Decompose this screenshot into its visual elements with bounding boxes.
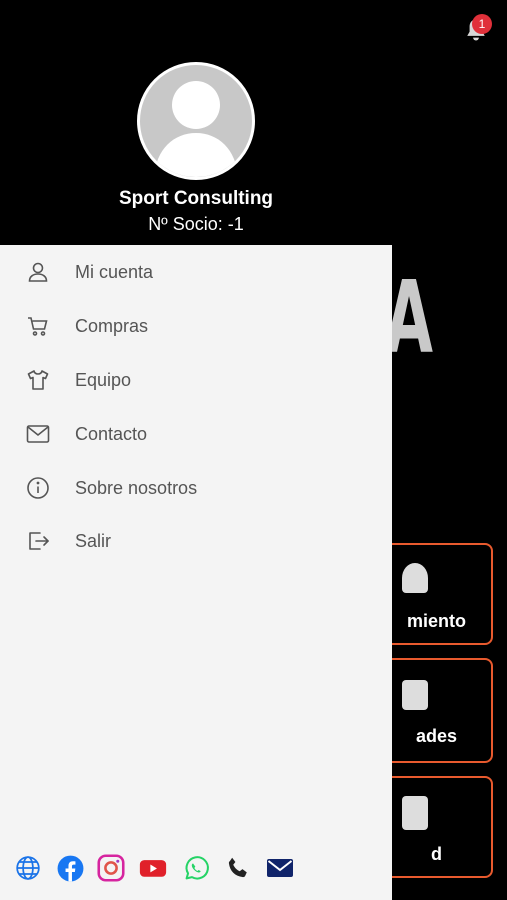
mail-icon bbox=[25, 421, 51, 447]
avatar[interactable] bbox=[137, 62, 255, 180]
user-icon bbox=[25, 259, 51, 285]
menu-item-label: Salir bbox=[75, 530, 112, 551]
shirt-icon bbox=[25, 367, 51, 393]
menu-item-compras[interactable]: Compras bbox=[0, 301, 392, 351]
menu-item-label: Mi cuenta bbox=[75, 261, 154, 282]
facebook-icon[interactable] bbox=[56, 854, 84, 882]
phone-icon[interactable] bbox=[224, 854, 252, 882]
card-icon bbox=[402, 563, 428, 593]
email-icon[interactable] bbox=[266, 854, 294, 882]
notification-badge: 1 bbox=[472, 14, 492, 34]
instagram-icon[interactable] bbox=[97, 854, 125, 882]
menu-item-equipo[interactable]: Equipo bbox=[0, 355, 392, 405]
card-icon bbox=[402, 796, 428, 830]
menu-item-mi-cuenta[interactable]: Mi cuenta bbox=[0, 247, 392, 297]
menu-item-contacto[interactable]: Contacto bbox=[0, 409, 392, 459]
youtube-icon[interactable] bbox=[139, 854, 167, 882]
menu-item-label: Sobre nosotros bbox=[75, 477, 198, 498]
whatsapp-icon[interactable] bbox=[182, 854, 210, 882]
menu-item-label: Contacto bbox=[75, 423, 148, 444]
menu-item-label: Compras bbox=[75, 315, 149, 336]
cart-icon bbox=[25, 313, 51, 339]
profile-name: Sport Consulting bbox=[118, 188, 274, 209]
web-icon[interactable] bbox=[14, 854, 42, 882]
menu-item-salir[interactable]: Salir bbox=[0, 516, 392, 566]
info-icon bbox=[25, 475, 51, 501]
background-heading-letter: A bbox=[385, 259, 433, 376]
drawer-header: Sport Consulting Nº Socio: -1 bbox=[0, 0, 392, 245]
menu-item-label: Equipo bbox=[75, 369, 132, 390]
logout-icon bbox=[25, 528, 51, 554]
card-icon bbox=[402, 680, 428, 710]
member-number: Nº Socio: -1 bbox=[148, 214, 244, 234]
user-avatar-icon bbox=[154, 81, 238, 177]
menu-item-sobre-nosotros[interactable]: Sobre nosotros bbox=[0, 463, 392, 513]
